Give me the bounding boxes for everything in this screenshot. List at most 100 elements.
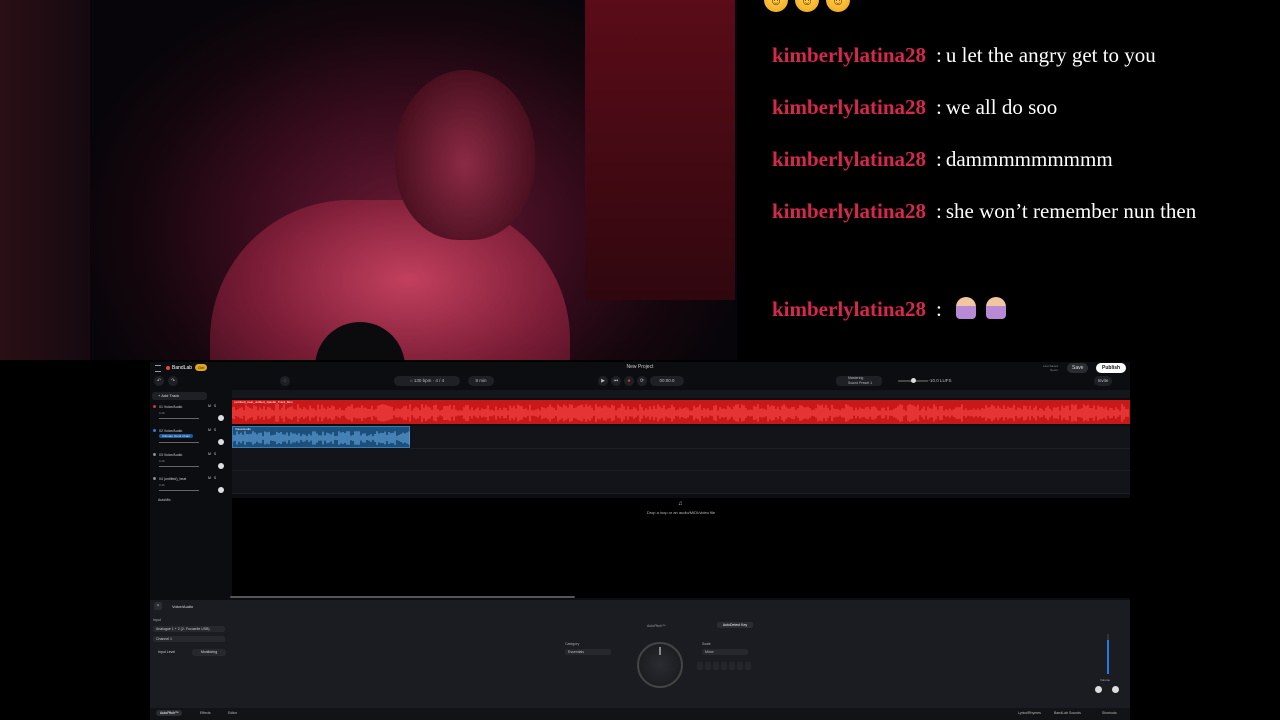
monitoring-button[interactable]: Monitoring — [192, 649, 226, 656]
play-icon[interactable]: ▶ — [598, 376, 608, 386]
track-preset-tag[interactable]: Ultimate Vocal Chain — [159, 434, 193, 438]
tuner-icon: ⌂ — [409, 378, 413, 383]
chat-username: kimberlylatina28 — [772, 147, 927, 171]
person-gesturing-icon — [955, 297, 976, 319]
chat-username: kimberlylatina28 — [772, 43, 927, 67]
zoom-value: -10.0 LUFS — [928, 378, 952, 383]
timeline-ruler[interactable] — [232, 390, 1130, 398]
track-color-dot — [153, 477, 156, 480]
close-icon[interactable]: × — [154, 602, 162, 610]
track-volume-fader[interactable] — [159, 490, 199, 491]
input-channel-select[interactable]: Channel 1 — [153, 636, 225, 642]
track-header[interactable]: 03 Voice/Audio MS 0 db — [152, 451, 228, 474]
track-pan-knob[interactable] — [218, 439, 224, 445]
track-pan-knob[interactable] — [218, 463, 224, 469]
chat-text: she won’t remember nun then — [945, 199, 1197, 223]
shortcuts-button[interactable]: Shortcuts — [1102, 711, 1117, 715]
category-select[interactable]: Essentials — [565, 649, 611, 655]
category-label: Category — [565, 642, 580, 646]
add-track-button[interactable]: + Add Track — [152, 392, 207, 400]
vocal-audio-clip[interactable]: Voice/Audio — [232, 426, 410, 448]
track-volume-fader[interactable] — [159, 418, 199, 419]
track-pan-knob[interactable] — [218, 415, 224, 421]
lyrics-button[interactable]: LyricsIRhymes — [1018, 711, 1041, 715]
automix-toggle[interactable]: AutoMix — [158, 498, 171, 502]
track-gain: 0 db — [159, 483, 165, 487]
autopitch-panel: AutoPitch™ AutoDetect Key Category Essen… — [555, 620, 765, 692]
loop-icon[interactable]: ⟳ — [637, 376, 647, 386]
waveform-blue — [233, 431, 410, 445]
redo-icon[interactable]: ↷ — [168, 376, 178, 386]
horizontal-scrollbar[interactable] — [230, 596, 575, 598]
mute-solo-buttons[interactable]: MS — [208, 404, 219, 408]
scale-select[interactable]: Minor — [702, 649, 748, 655]
chat-message: kimberlylatina28: she won’t remember nun … — [750, 188, 1266, 234]
grinning-face-icon: ☺ — [764, 0, 788, 12]
duration-control[interactable]: 8 min — [468, 376, 494, 386]
mute-solo-buttons[interactable]: MS — [208, 428, 219, 432]
input-level-label: Input Level — [158, 650, 176, 654]
tab-effects[interactable]: Effects — [200, 711, 211, 715]
emoji-row: ☺ ☺ ☺ — [764, 0, 850, 12]
track-header[interactable]: 04 (untitled)_beat MS 0 db — [152, 475, 228, 498]
chat-message: kimberlylatina28: — [761, 286, 1266, 332]
mastering-control[interactable]: Mastering Sound Preset 1 — [836, 376, 882, 386]
tab-editor[interactable]: Editor — [228, 711, 237, 715]
volume-label: Volume — [1100, 678, 1111, 682]
track-name: 02 Voice/Audio — [159, 429, 183, 433]
track-color-dot — [153, 429, 156, 432]
chat-username: kimberlylatina28 — [772, 297, 927, 321]
empty-lane[interactable] — [232, 448, 1130, 471]
cam-person-head — [395, 70, 535, 240]
chat-text: we all do soo — [945, 95, 1058, 119]
invite-button[interactable]: Invite — [1094, 376, 1112, 386]
publish-button[interactable]: Publish — [1096, 363, 1127, 373]
track-volume-fader[interactable] — [159, 442, 199, 443]
mute-solo-buttons[interactable]: MS — [208, 476, 219, 480]
person-gesturing-icon — [985, 297, 1006, 319]
last-saved: Last Saved Never — [1043, 364, 1059, 372]
track-list: + Add Track 01 Voice/Audio MS 0 db 02 Vo… — [150, 390, 230, 600]
tempo-control[interactable]: ⌂ 130 bpm · 4 / 4 — [394, 376, 460, 386]
output-knobs[interactable] — [1095, 686, 1119, 693]
waveform-red — [232, 404, 1129, 422]
record-icon[interactable]: ● — [624, 376, 634, 386]
music-note-icon: ♫ — [678, 501, 683, 507]
master-volume[interactable]: Volume — [1100, 634, 1116, 704]
track-color-dot — [153, 405, 156, 408]
track-header[interactable]: 02 Voice/Audio MS Ultimate Vocal Chain — [152, 427, 228, 450]
skip-back-icon[interactable]: ⏮ — [611, 376, 621, 386]
top-bar: BandLab Get New Project Last Saved Never … — [150, 362, 1130, 374]
undo-icon[interactable]: ↶ — [154, 376, 164, 386]
metronome-icon[interactable]: ◌ — [280, 376, 290, 386]
zoom-slider[interactable] — [898, 378, 928, 383]
drop-zone[interactable]: ♫ Drop a loop or an audio/MIDI/video fil… — [232, 498, 1130, 598]
mute-solo-buttons[interactable]: MS — [208, 452, 219, 456]
empty-lane[interactable] — [232, 471, 1130, 494]
timeline: (untitled)_beat_untitled_1(audio_Track_M… — [232, 390, 1130, 496]
chat-message: kimberlylatina28: dammmmmmmmm — [761, 136, 1266, 182]
grinning-face-icon: ☺ — [826, 0, 850, 12]
daw-window: BandLab Get New Project Last Saved Never … — [150, 362, 1130, 720]
drop-hint: Drop a loop or an audio/MIDI/video file — [646, 510, 716, 515]
track-pan-knob[interactable] — [218, 487, 224, 493]
beat-audio-clip[interactable]: (untitled)_beat_untitled_1(audio_Track_M… — [232, 400, 1130, 424]
track-gain: 0 db — [159, 459, 165, 463]
chat-text: u let the angry get to you — [945, 43, 1156, 67]
autopitch-label: AutoPitch™ — [647, 624, 666, 628]
time-display: 00:00.0 — [650, 376, 684, 386]
empty-lane[interactable] — [410, 426, 1130, 449]
chat-text: dammmmmmmmm — [945, 147, 1113, 171]
track-header[interactable]: 01 Voice/Audio MS 0 db — [152, 403, 228, 426]
chat-message: kimberlylatina28: u let the angry get to … — [761, 32, 1266, 78]
autodetect-key-button[interactable]: AutoDetect Key — [717, 622, 753, 628]
save-button[interactable]: Save — [1067, 363, 1089, 373]
track-volume-fader[interactable] — [159, 466, 199, 467]
tab-autopitch[interactable]: AutoPitch™ — [156, 710, 183, 716]
input-device-select[interactable]: Analogue 1 + 2 (2- Focusrite USB) — [153, 626, 225, 632]
autopitch-amount-knob[interactable] — [637, 642, 683, 688]
project-title[interactable]: New Project — [150, 364, 1130, 370]
scale-keys[interactable] — [697, 662, 751, 670]
sounds-button[interactable]: BandLab Sounds — [1054, 711, 1081, 715]
chat-overlay: ☺ ☺ ☺ kimberlylatina28: u let the angry g… — [737, 0, 1280, 360]
